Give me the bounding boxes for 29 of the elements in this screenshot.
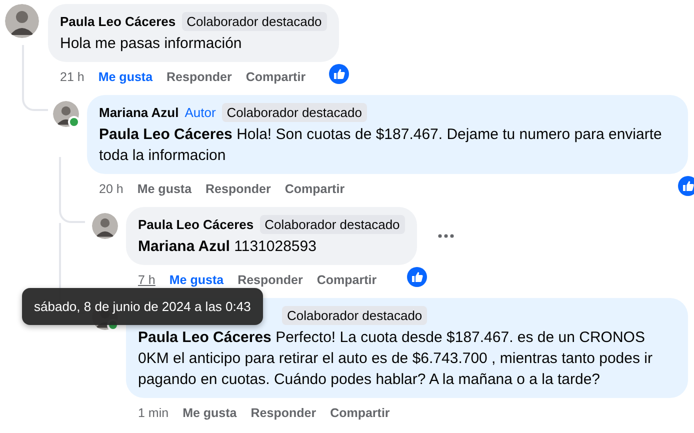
author-name[interactable]: Paula Leo Cáceres bbox=[60, 14, 176, 28]
reply-link[interactable]: Responder bbox=[206, 182, 271, 196]
author-name[interactable]: Paula Leo Cáceres bbox=[138, 216, 254, 232]
share-link[interactable]: Compartir bbox=[284, 182, 345, 196]
comment-text: Hola me pasas información bbox=[60, 34, 243, 54]
author-name[interactable]: Mariana Azul bbox=[99, 104, 179, 120]
contributor-badge: Colaborador destacado bbox=[260, 214, 405, 234]
contributor-badge: Colaborador destacado bbox=[182, 12, 327, 30]
reply-link[interactable]: Responder bbox=[238, 273, 303, 287]
timestamp-link[interactable]: 21 h bbox=[60, 70, 84, 84]
reply-link[interactable]: Responder bbox=[166, 70, 232, 84]
comment-text: Paula Leo Cáceres Perfecto! La cuota desde $187.467. es de un CRONOS 0KM el anticipo para retirar el auto es de $6.743.700 , mientras tanto podes ir pagando en cuotas. Cuándo podes hablar? A la mañana o a la tarde? bbox=[138, 328, 654, 390]
timestamp-link[interactable]: 7 h bbox=[138, 273, 156, 287]
share-link[interactable]: Compartir bbox=[246, 70, 306, 84]
like-link[interactable]: Me gusta bbox=[98, 70, 153, 84]
like-link[interactable]: Me gusta bbox=[169, 273, 224, 287]
reply-link[interactable]: Responder bbox=[250, 406, 316, 420]
contributor-badge: Colaborador destacado bbox=[282, 306, 428, 324]
share-link[interactable]: Compartir bbox=[330, 406, 390, 420]
timestamp-link[interactable]: 20 h bbox=[99, 182, 124, 196]
like-link[interactable]: Me gusta bbox=[137, 182, 192, 196]
share-link[interactable]: Compartir bbox=[316, 273, 377, 287]
contributor-badge: Colaborador destacado bbox=[222, 102, 367, 122]
date-tooltip: sábado, 8 de junio de 2024 a las 0:43 bbox=[22, 288, 263, 325]
comment-text: Mariana Azul 1131028593 bbox=[138, 237, 318, 257]
timestamp-link[interactable]: 1 min bbox=[138, 406, 169, 420]
author-label: Autor bbox=[184, 104, 216, 120]
like-link[interactable]: Me gusta bbox=[182, 406, 237, 420]
comment-text: Paula Leo Cáceres Hola! Son cuotas de $187.467. Dejame tu numero para enviarte toda la informacion bbox=[99, 125, 663, 166]
